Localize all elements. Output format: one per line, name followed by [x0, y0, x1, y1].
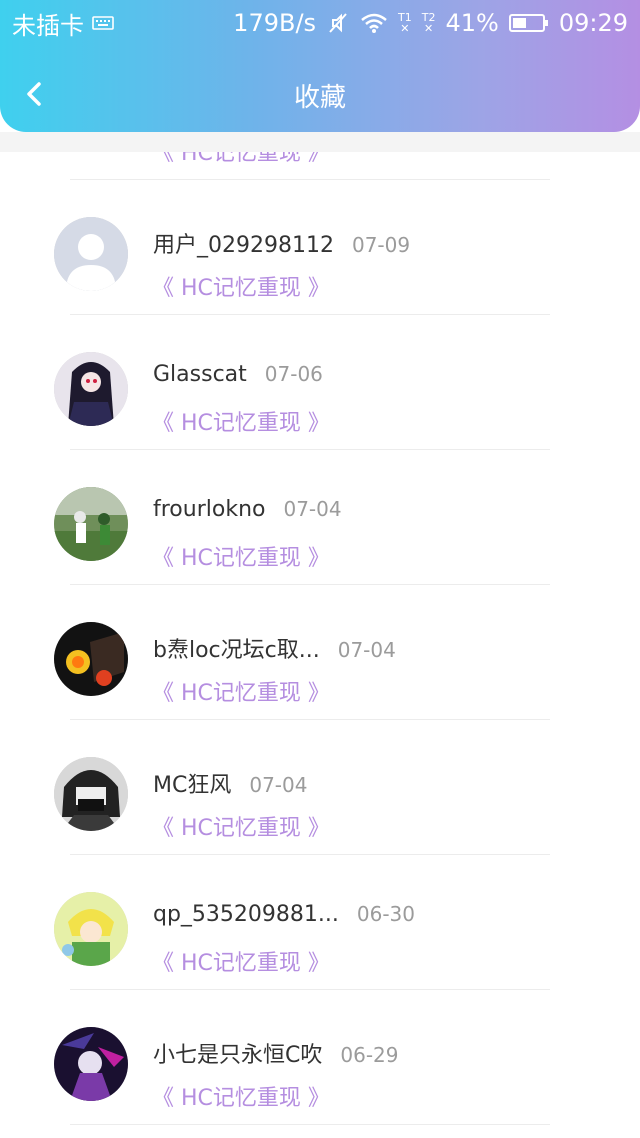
favorite-date: 06-30: [356, 902, 416, 926]
favorite-tag[interactable]: 《 HC记忆重现 》: [152, 810, 330, 842]
list-item[interactable]: 用户_029298112 07-09 《 HC记忆重现 》: [0, 180, 640, 315]
avatar[interactable]: [54, 352, 128, 426]
user-name[interactable]: 用户_029298112: [153, 227, 334, 259]
favorite-date: 07-04: [249, 773, 308, 797]
sim2-signal-icon: T2 ✕: [421, 11, 436, 35]
list-item[interactable]: b焘loc况坛c取... 07-04 《 HC记忆重现 》: [0, 585, 640, 720]
list-item[interactable]: frourlokno 07-04 《 HC记忆重现 》: [0, 450, 640, 585]
favorite-date: 07-06: [264, 362, 323, 386]
user-name[interactable]: Glasscat: [153, 362, 247, 387]
carrier-label: 未插卡: [12, 11, 84, 40]
avatar[interactable]: [54, 622, 128, 696]
favorite-tag[interactable]: 《 HC记忆重现 》: [152, 675, 330, 707]
keyboard-icon: [92, 15, 114, 31]
user-name[interactable]: MC狂风: [153, 767, 231, 799]
clock: 09:29: [558, 9, 628, 37]
favorite-tag[interactable]: 《 HC记忆重现 》: [152, 945, 330, 977]
favorite-date: 07-04: [337, 638, 396, 662]
wifi-icon: [360, 12, 388, 34]
avatar[interactable]: [54, 1027, 128, 1101]
avatar[interactable]: [54, 487, 128, 561]
page-title: 收藏: [293, 82, 346, 113]
avatar[interactable]: [54, 757, 128, 831]
header-shadow: [0, 132, 640, 152]
mute-icon: [326, 11, 350, 35]
user-name[interactable]: qp_535209881...: [153, 902, 339, 927]
battery-percent: 41%: [445, 9, 499, 37]
user-name[interactable]: frourlokno: [153, 497, 265, 522]
app-header: 未插卡 179B/s T1 ✕ T2 ✕ 41% 09:29 收藏: [0, 0, 640, 132]
favorite-date: 07-04: [283, 497, 342, 521]
favorite-date: 06-29: [340, 1043, 399, 1067]
list-item[interactable]: qp_535209881... 06-30 《 HC记忆重现 》: [0, 855, 640, 990]
user-name[interactable]: 小七是只永恒C吹: [153, 1037, 322, 1069]
avatar[interactable]: [54, 892, 128, 966]
favorite-date: 07-09: [351, 233, 411, 257]
avatar[interactable]: [54, 217, 128, 291]
chevron-left-icon: [27, 82, 41, 106]
favorite-tag[interactable]: 《 HC记忆重现 》: [152, 1080, 330, 1112]
favorite-tag[interactable]: 《 HC记忆重现 》: [152, 540, 330, 572]
favorite-tag[interactable]: 《 HC记忆重现 》: [152, 405, 330, 437]
divider: [70, 1124, 550, 1125]
list-item[interactable]: MC狂风 07-04 《 HC记忆重现 》: [0, 720, 640, 855]
favorites-list: 《 HC记忆重现 》 用户_029298112 07-09 《 HC记忆重现 》…: [0, 75, 640, 1125]
battery-icon: [508, 13, 549, 33]
user-name[interactable]: b焘loc况坛c取...: [153, 632, 320, 664]
network-speed: 179B/s: [233, 9, 317, 37]
back-button[interactable]: [16, 76, 52, 112]
list-item[interactable]: Glasscat 07-06 《 HC记忆重现 》: [0, 315, 640, 450]
list-item[interactable]: 小七是只永恒C吹 06-29 《 HC记忆重现 》: [0, 990, 640, 1125]
sim1-signal-icon: T1 ✕: [398, 11, 412, 35]
favorite-tag[interactable]: 《 HC记忆重现 》: [152, 270, 330, 302]
nav-bar: 收藏: [0, 60, 640, 132]
status-bar: 未插卡 179B/s T1 ✕ T2 ✕ 41% 09:29: [0, 0, 640, 46]
